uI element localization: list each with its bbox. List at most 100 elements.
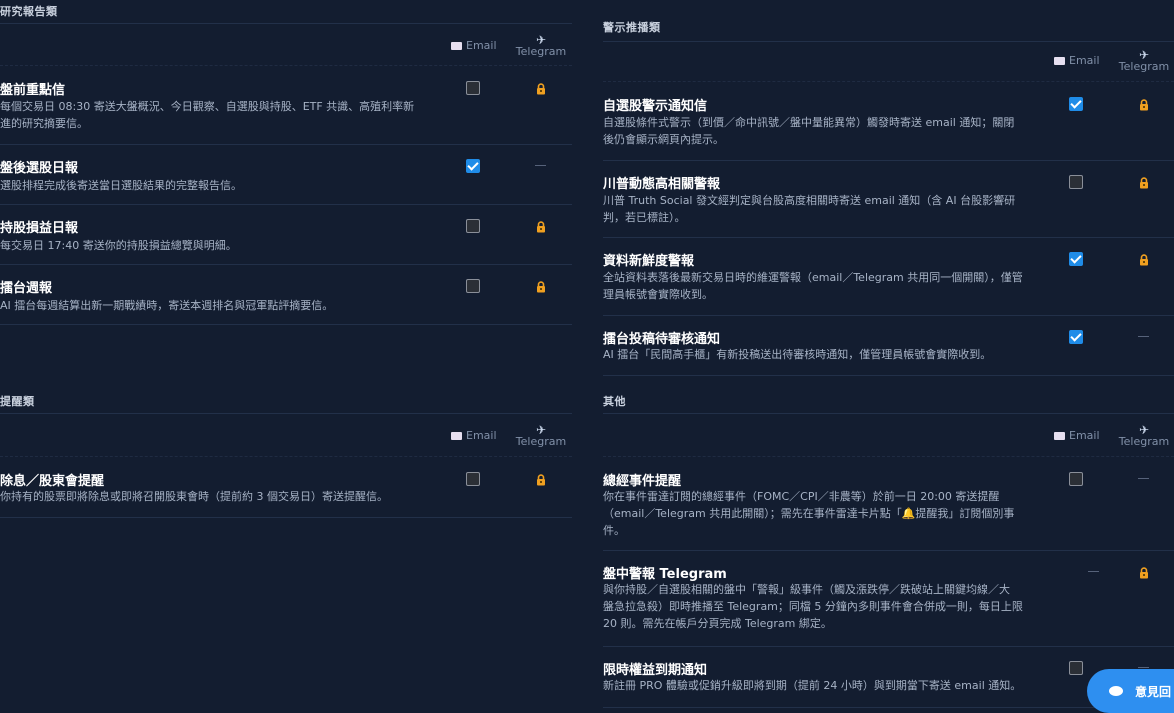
setting-description: 每個交易日 08:30 寄送大盤概況、今日觀察、自選股與持股、ETF 共識、高殖… [0,98,414,132]
email-checkbox[interactable] [1069,472,1083,486]
setting-row: 盤後選股日報選股排程完成後寄送當日選股結果的完整報告信。 [0,144,572,205]
telegram-header-label: Telegram [515,435,567,448]
mail-icon [451,41,462,50]
telegram-header-label: Telegram [1118,435,1170,448]
setting-row: 資料新鮮度警報全站資料表落後最新交易日時的維運警報（email／Telegram… [603,237,1174,316]
email-checkbox[interactable] [466,219,480,233]
lock-icon [535,278,547,293]
setting-title: 擂台週報 [0,281,53,296]
description-line: （email／Telegram 共用此開關）；需先在事件雷達卡片點「🔔提醒我」訂… [603,507,1015,520]
setting-row: 擂台週報 AI 擂台每週結算出新一期戰績時，寄送本週排名與冠軍點評摘要信。 [0,264,572,325]
section-title-alerts: 警示推播類 [603,21,661,34]
lock-icon [535,80,547,95]
description-line: 川普 Truth Social 發文經判定與台股高度相關時寄送 email 通知… [603,194,1016,207]
setting-row: 川普動態高相關警報川普 Truth Social 發文經判定與台股高度相關時寄送… [603,160,1174,238]
email-column-header: Email [1054,429,1100,442]
setting-row: 除息／股東會提醒 你持有的股票即將除息或即將召開股東會時（提前約 3 個交易日）寄… [0,457,572,518]
email-checkbox[interactable] [466,159,480,173]
email-checkbox[interactable] [1069,175,1083,189]
setting-description: 新註冊 PRO 體驗或促銷升級即將到期（提前 24 小時）與到期當下寄送 ema… [603,677,1021,694]
description-line: 選股排程完成後寄送當日選股結果的完整報告信。 [0,179,242,192]
email-checkbox[interactable] [466,81,480,95]
setting-row: 盤中警報 Telegram 與你持股／自選股相關的盤中「警報」級事件（觸及漲跌停／… [603,550,1174,647]
description-line: AI 擂台每週結算出新一期戰績時，寄送本週排名與冠軍點評摘要信。 [0,299,334,312]
email-header-label: Email [466,429,497,442]
description-line: 每個交易日 08:30 寄送大盤概況、今日觀察、自選股與持股、ETF 共識、高殖… [0,100,415,113]
description-line: 與你持股／自選股相關的盤中「警報」級事件（觸及漲跌停／跌破站上關鍵均線／大 [603,583,1010,596]
setting-title: 資料新鮮度警報 [603,254,695,269]
email-column-header: Email [451,429,497,442]
telegram-column-header: ✈ Telegram [1114,49,1174,73]
setting-row: 持股損益日報每交易日 17:40 寄送你的持股損益總覽與明細。 [0,204,572,265]
unavailable-dash [1138,478,1149,479]
setting-description: 你在事件雷達訂閱的總經事件（FOMC／CPI／非農等）於前一日 20:00 寄送… [603,488,1014,539]
telegram-header-label: Telegram [1118,60,1170,73]
email-checkbox[interactable] [1069,661,1083,675]
email-checkbox[interactable] [466,279,480,293]
email-checkbox[interactable] [1069,330,1083,344]
description-line: 20 則。需先在帳戶分頁完成 Telegram 綁定。 [603,617,832,630]
unavailable-dash [1138,336,1149,337]
lock-icon [1138,251,1150,266]
description-line: 每交易日 17:40 寄送你的持股損益總覽與明細。 [0,239,237,252]
section-title-research: 研究報告類 [0,5,58,18]
email-header-label: Email [1069,54,1100,67]
setting-description: AI 擂台「民間高手櫃」有新投稿送出待審核時通知，僅管理員帳號會實際收到。 [603,346,991,363]
lock-icon [1138,96,1150,111]
setting-title: 自選股警示通知信 [603,99,708,114]
telegram-column-header: ✈ Telegram [511,424,571,448]
mail-icon [451,431,462,440]
mail-icon [1054,431,1065,440]
setting-title: 盤前重點信 [0,83,66,98]
mail-icon [1054,56,1065,65]
section-divider [0,23,572,24]
description-line: 盤急拉急殺）即時推播至 Telegram；同檔 5 分鐘內多則事件會合併成一則，… [603,600,1023,613]
setting-description: 全站資料表落後最新交易日時的維運警報（email／Telegram 共用同一個開… [603,269,1023,303]
email-column-header: Email [1054,54,1100,67]
setting-description: 與你持股／自選股相關的盤中「警報」級事件（觸及漲跌停／跌破站上關鍵均線／大 盤急拉… [603,581,1023,632]
description-line: 判，若已標註）。 [603,211,686,224]
lock-icon [535,218,547,233]
email-header-label: Email [466,39,497,52]
section-divider [603,41,1174,42]
setting-description: 自選股條件式警示（到價／命中訊號／盤中量能異常）觸發時寄送 email 通知；關… [603,114,1014,148]
setting-title: 限時權益到期通知 [603,663,708,678]
description-line: 新註冊 PRO 體驗或促銷升級即將到期（提前 24 小時）與到期當下寄送 ema… [603,679,1022,692]
email-checkbox[interactable] [1069,252,1083,266]
setting-description: 川普 Truth Social 發文經判定與台股高度相關時寄送 email 通知… [603,192,1015,226]
section-title-other: 其他 [603,395,626,408]
section-divider [603,413,1174,414]
description-line: 理員帳號會實際收到。 [603,288,713,301]
setting-row: 總經事件提醒 你在事件雷達訂閱的總經事件（FOMC／CPI／非農等）於前一日 20… [603,457,1174,551]
setting-title: 盤後選股日報 [0,161,79,176]
setting-title: 持股損益日報 [0,221,79,236]
telegram-header-label: Telegram [515,45,567,58]
description-line: 全站資料表落後最新交易日時的維運警報（email／Telegram 共用同一個開… [603,271,1023,284]
unavailable-dash [535,165,546,166]
lock-icon [1138,564,1150,579]
chat-bubble-icon [1109,686,1123,696]
setting-title: 總經事件提醒 [603,474,682,489]
setting-row: 擂台投稿待審核通知 AI 擂台「民間高手櫃」有新投稿送出待審核時通知，僅管理員帳號… [603,315,1174,376]
email-checkbox[interactable] [466,472,480,486]
feedback-label: 意見回 [1135,684,1172,699]
description-line: 你在事件雷達訂閱的總經事件（FOMC／CPI／非農等）於前一日 20:00 寄送… [603,490,1000,503]
setting-title: 擂台投稿待審核通知 [603,332,721,347]
description-line: 自選股條件式警示（到價／命中訊號／盤中量能異常）觸發時寄送 email 通知；關… [603,116,1015,129]
telegram-column-header: ✈ Telegram [511,34,571,58]
unavailable-dash [1138,667,1149,668]
email-column-header: Email [451,39,497,52]
lock-icon [535,471,547,486]
setting-description: 選股排程完成後寄送當日選股結果的完整報告信。 [0,177,242,194]
setting-description: AI 擂台每週結算出新一期戰績時，寄送本週排名與冠軍點評摘要信。 [0,297,333,314]
description-line: 後仍會顯示網頁內提示。 [603,133,724,146]
description-line: 進的研究摘要信。 [0,117,88,130]
feedback-button[interactable]: 意見回 [1087,669,1174,713]
setting-row: 自選股警示通知信自選股條件式警示（到價／命中訊號／盤中量能異常）觸發時寄送 em… [603,82,1174,161]
setting-description: 每交易日 17:40 寄送你的持股損益總覽與明細。 [0,237,237,254]
telegram-column-header: ✈ Telegram [1114,424,1174,448]
description-line: 你持有的股票即將除息或即將召開股東會時（提前約 3 個交易日）寄送提醒信。 [0,490,388,503]
email-checkbox[interactable] [1069,97,1083,111]
description-line: 件。 [603,524,625,537]
setting-title: 川普動態高相關警報 [603,177,721,192]
